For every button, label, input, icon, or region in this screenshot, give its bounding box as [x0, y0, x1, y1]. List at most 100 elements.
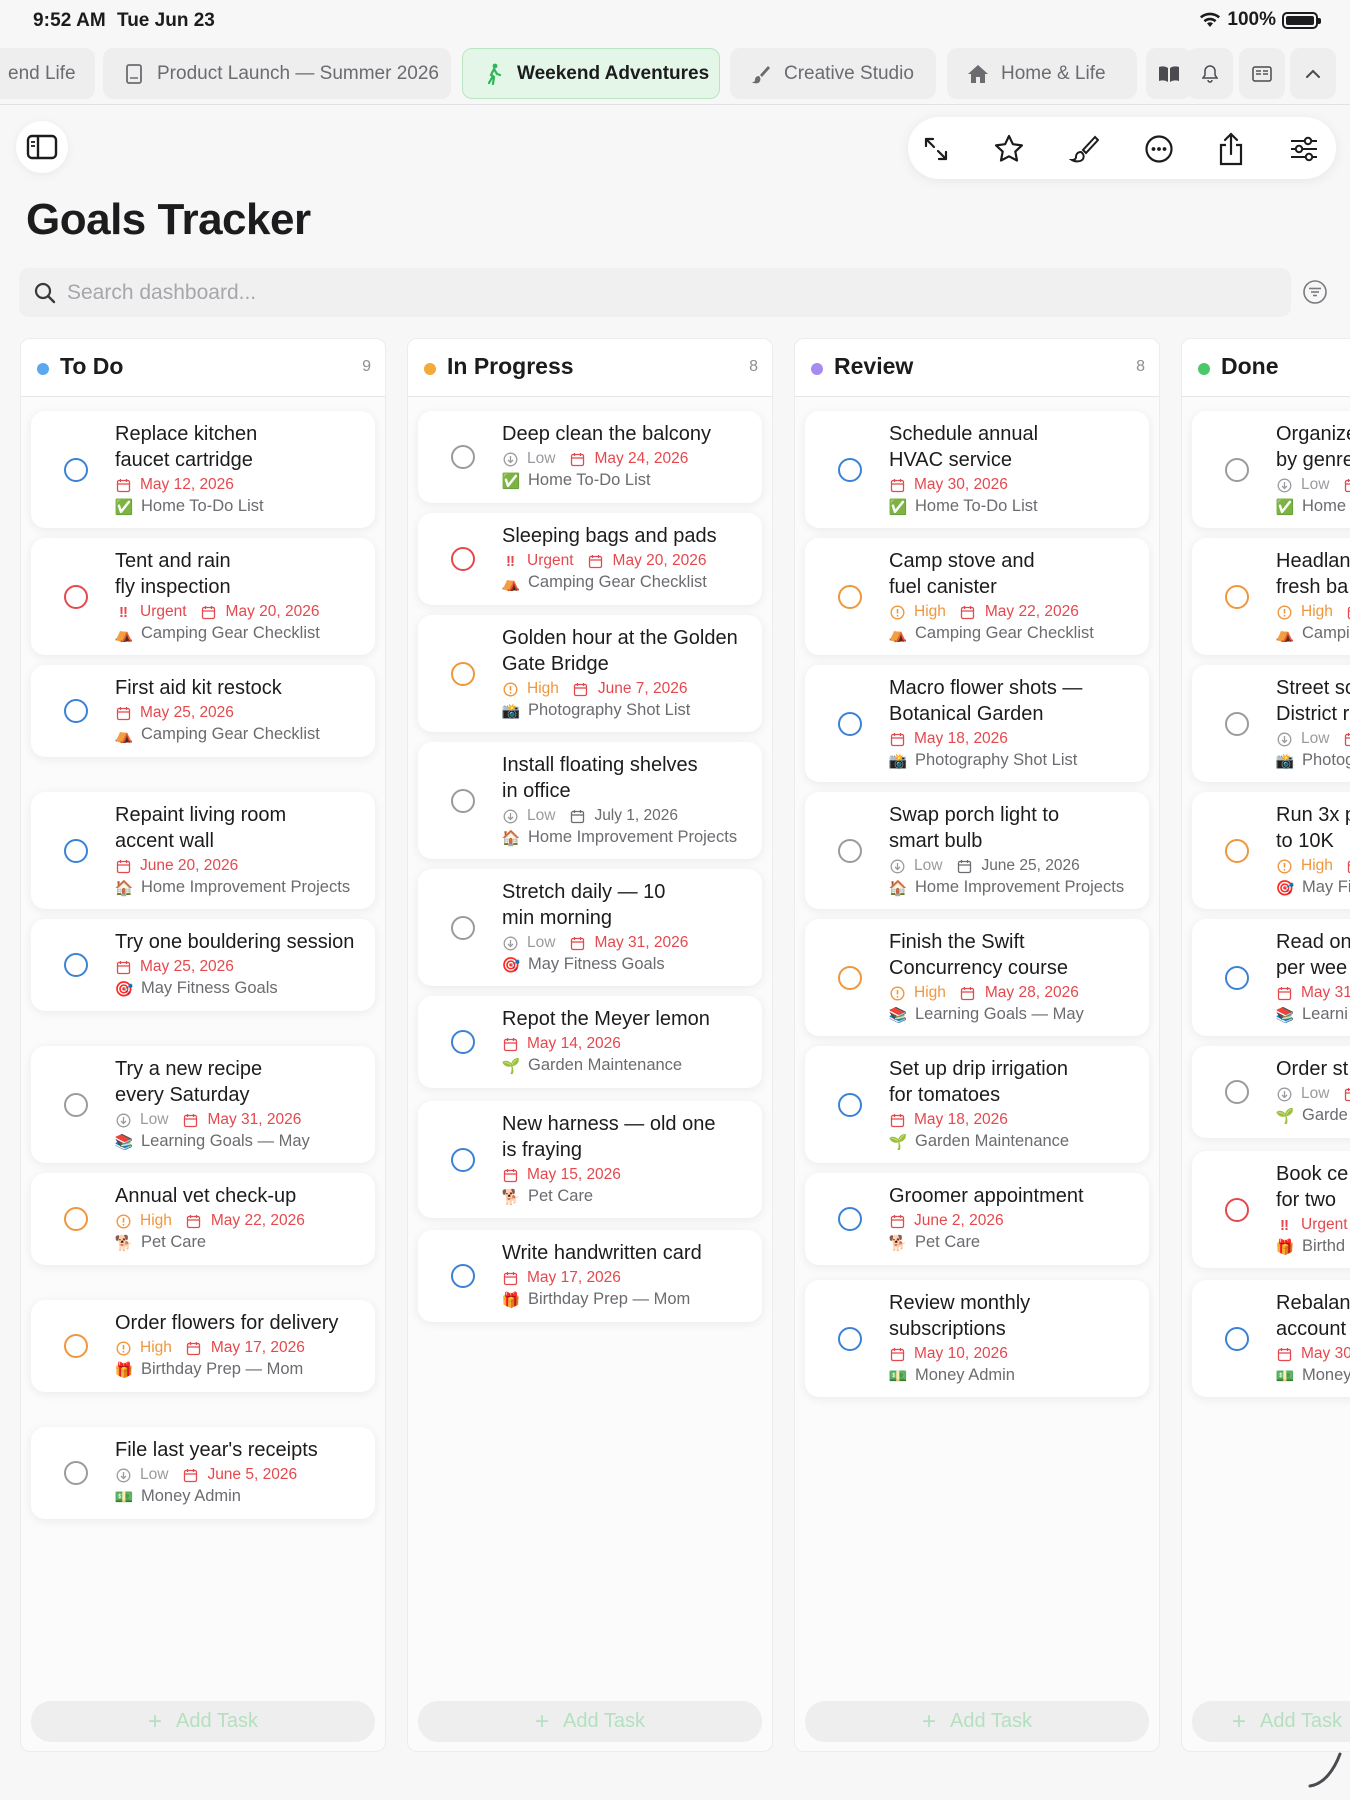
- task-checkbox[interactable]: [1225, 1080, 1249, 1104]
- task-list: 🎁 Birthday Prep — Mom: [502, 1290, 691, 1309]
- task-card[interactable]: Try a new recipe every Saturday Low May 31,…: [31, 1046, 375, 1163]
- tab-weekend-adventures[interactable]: Weekend Adventures: [462, 48, 720, 99]
- task-checkbox[interactable]: [1225, 838, 1249, 863]
- task-card[interactable]: Book ce for two!! Urgent 🎁 Birthd: [1192, 1151, 1350, 1268]
- task-title: Read on per wee: [1276, 929, 1350, 981]
- task-checkbox[interactable]: [838, 1207, 862, 1231]
- tab-end-life[interactable]: end Life: [0, 48, 95, 99]
- task-card[interactable]: New harness — old one is fraying May 15, 2…: [418, 1101, 762, 1218]
- calendar-icon: [889, 1112, 905, 1128]
- task-card[interactable]: Run 3x p to 10K High 🎯 May Fi: [1192, 792, 1350, 909]
- task-card[interactable]: Golden hour at the Golden Gate Bridge High…: [418, 615, 762, 732]
- task-checkbox[interactable]: [1225, 1326, 1249, 1351]
- task-title-line: Install floating shelves: [502, 754, 698, 776]
- reader-button[interactable]: [1239, 48, 1285, 99]
- task-checkbox[interactable]: [451, 445, 475, 469]
- task-checkbox[interactable]: [64, 1461, 88, 1485]
- task-checkbox[interactable]: [64, 838, 88, 863]
- task-checkbox[interactable]: [1225, 457, 1249, 482]
- task-card[interactable]: Tent and rain fly inspection!! Urgent May 2…: [31, 538, 375, 655]
- task-card[interactable]: Organize by genre Low ✅ Home: [1192, 411, 1350, 528]
- task-checkbox[interactable]: [838, 584, 862, 609]
- task-card[interactable]: Groomer appointment June 2, 2026 🐕 Pet Care: [805, 1173, 1149, 1265]
- task-card[interactable]: First aid kit restock May 25, 2026 ⛺ Campin…: [31, 665, 375, 757]
- book-button[interactable]: [1146, 48, 1192, 99]
- task-checkbox[interactable]: [1225, 711, 1249, 736]
- task-checkbox[interactable]: [1225, 1197, 1249, 1222]
- task-card[interactable]: Repot the Meyer lemon May 14, 2026 🌱 Garden…: [418, 996, 762, 1088]
- task-checkbox[interactable]: [451, 1264, 475, 1288]
- add-task-button[interactable]: + Add Task: [1192, 1701, 1350, 1742]
- task-card[interactable]: Camp stove and fuel canister High May 22, 2…: [805, 538, 1149, 655]
- task-card[interactable]: Review monthly subscriptions May 10, 2026 💵…: [805, 1280, 1149, 1397]
- task-card[interactable]: Order st Low 🌱 Garde: [1192, 1046, 1350, 1138]
- add-task-button[interactable]: + Add Task: [31, 1701, 375, 1742]
- task-checkbox[interactable]: [64, 1334, 88, 1358]
- task-checkbox[interactable]: [838, 838, 862, 863]
- task-meta: Low May 24, 2026: [502, 450, 688, 468]
- search-input[interactable]: [67, 280, 1067, 305]
- search-bar[interactable]: [19, 268, 1291, 317]
- collapse-tabs-button[interactable]: [1290, 48, 1336, 99]
- task-card[interactable]: Write handwritten card May 17, 2026 🎁 Birth…: [418, 1230, 762, 1322]
- task-card[interactable]: Headlan fresh ba High ⛺ Campi: [1192, 538, 1350, 655]
- tab-creative-studio[interactable]: Creative Studio: [730, 48, 936, 99]
- list-name: Learning Goals — May: [915, 1005, 1084, 1023]
- priority-label: Low: [914, 857, 943, 874]
- task-card[interactable]: Sleeping bags and pads!! Urgent May 20, 20…: [418, 513, 762, 605]
- task-card[interactable]: File last year's receipts Low June 5, 2026…: [31, 1427, 375, 1519]
- task-card[interactable]: Finish the Swift Concurrency course High Ma…: [805, 919, 1149, 1036]
- task-checkbox[interactable]: [838, 457, 862, 482]
- task-checkbox[interactable]: [838, 965, 862, 990]
- calendar-icon: [1343, 477, 1350, 493]
- task-card[interactable]: Swap porch light to smart bulb Low June 25,…: [805, 792, 1149, 909]
- task-card[interactable]: Try one bouldering session May 25, 2026 🎯 M…: [31, 919, 375, 1011]
- expand-button[interactable]: [918, 131, 954, 167]
- task-checkbox[interactable]: [451, 661, 475, 686]
- add-task-button[interactable]: + Add Task: [418, 1701, 762, 1742]
- task-checkbox[interactable]: [451, 915, 475, 940]
- task-checkbox[interactable]: [1225, 584, 1249, 609]
- task-card[interactable]: Repaint living room accent wall June 20, 2…: [31, 792, 375, 909]
- task-checkbox[interactable]: [451, 1147, 475, 1172]
- task-checkbox[interactable]: [64, 457, 88, 482]
- task-checkbox[interactable]: [64, 1207, 88, 1231]
- notifications-button[interactable]: [1187, 48, 1233, 99]
- task-card[interactable]: Set up drip irrigation for tomatoes May 18…: [805, 1046, 1149, 1163]
- style-button[interactable]: [1066, 131, 1102, 167]
- more-button[interactable]: [1141, 131, 1177, 167]
- task-card[interactable]: Install floating shelves in office Low July…: [418, 742, 762, 859]
- task-card[interactable]: Order flowers for delivery High May 17, 20…: [31, 1300, 375, 1392]
- settings-button[interactable]: [1286, 131, 1322, 167]
- task-checkbox[interactable]: [451, 547, 475, 571]
- task-card[interactable]: Street sc District r Low 📸 Photog: [1192, 665, 1350, 782]
- task-card[interactable]: Rebalan account May 30 💵 Money: [1192, 1280, 1350, 1397]
- task-checkbox[interactable]: [64, 953, 88, 977]
- sidebar-toggle-button[interactable]: [16, 121, 68, 173]
- favorite-button[interactable]: [991, 131, 1027, 167]
- task-checkbox[interactable]: [64, 699, 88, 723]
- tab-home-life[interactable]: Home & Life: [947, 48, 1137, 99]
- task-card[interactable]: Annual vet check-up High May 22, 2026 🐕 Pet …: [31, 1173, 375, 1265]
- task-checkbox[interactable]: [451, 1030, 475, 1054]
- task-checkbox[interactable]: [838, 1326, 862, 1351]
- task-card[interactable]: Schedule annual HVAC service May 30, 2026 ✅…: [805, 411, 1149, 528]
- task-list: ⛺ Campi: [1276, 624, 1350, 643]
- task-checkbox[interactable]: [451, 788, 475, 813]
- filter-icon[interactable]: [1302, 279, 1328, 305]
- task-checkbox[interactable]: [838, 1092, 862, 1117]
- task-checkbox[interactable]: [64, 1092, 88, 1117]
- add-task-button[interactable]: + Add Task: [805, 1701, 1149, 1742]
- task-checkbox[interactable]: [1225, 965, 1249, 990]
- share-button[interactable]: [1213, 131, 1249, 167]
- task-card[interactable]: Read on per wee May 31 📚 Learni: [1192, 919, 1350, 1036]
- tab-product-launch[interactable]: Product Launch — Summer 2026: [103, 48, 451, 99]
- task-card[interactable]: Stretch daily — 10 min morning Low May 31, …: [418, 869, 762, 986]
- task-card[interactable]: Deep clean the balcony Low May 24, 2026 ✅ Ho…: [418, 411, 762, 503]
- task-meta: May 30: [1276, 1345, 1350, 1363]
- task-checkbox[interactable]: [64, 584, 88, 609]
- task-card[interactable]: Replace kitchen faucet cartridge May 12, 2…: [31, 411, 375, 528]
- task-checkbox[interactable]: [838, 711, 862, 736]
- task-card[interactable]: Macro flower shots — Botanical Garden May …: [805, 665, 1149, 782]
- task-list: ✅ Home: [1276, 497, 1346, 516]
